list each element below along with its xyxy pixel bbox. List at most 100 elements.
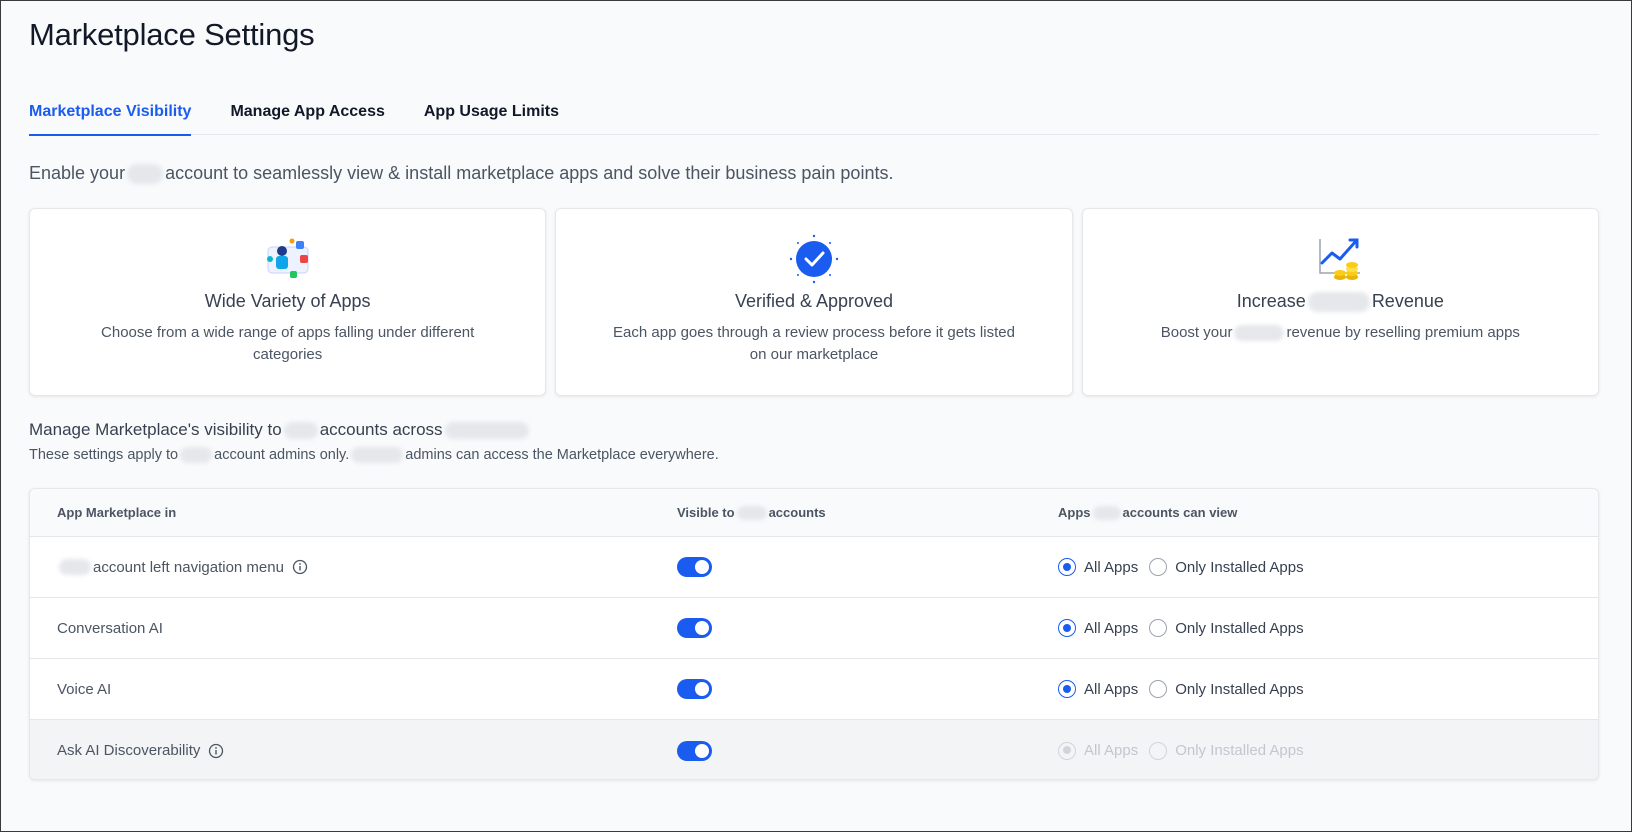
column-header-apps-view-start: Apps (1058, 505, 1091, 520)
only-installed-apps-label: Only Installed Apps (1175, 742, 1304, 759)
row-apps-view: All Apps Only Installed Apps (1031, 619, 1598, 637)
visibility-section-subtitle-end: admins can access the Marketplace everyw… (405, 447, 719, 463)
column-header-apps-view: Apps accounts can view (1031, 505, 1598, 520)
all-apps-label[interactable]: All Apps (1084, 559, 1138, 576)
tab-app-usage-limits[interactable]: App Usage Limits (424, 87, 559, 135)
toggle-knob (695, 682, 709, 696)
row-visibility (650, 679, 1031, 699)
all-apps-radio[interactable] (1058, 558, 1076, 576)
visibility-toggle[interactable] (677, 679, 712, 699)
row-location: Voice AI (30, 681, 650, 698)
apps-variety-illustration-icon (266, 238, 309, 278)
all-apps-radio[interactable] (1058, 680, 1076, 698)
feature-card-title: Increase Revenue (1083, 291, 1598, 313)
visibility-section-subtitle: These settings apply to account admins on… (29, 447, 719, 464)
intro-text-end: account to seamlessly view & install mar… (165, 163, 894, 183)
toggle-knob (695, 743, 709, 758)
row-apps-view: All Apps Only Installed Apps (1031, 680, 1598, 698)
redacted-text (127, 164, 164, 185)
row-label: Conversation AI (57, 619, 163, 637)
tab-manage-app-access[interactable]: Manage App Access (230, 87, 384, 135)
app-frame: Marketplace Settings Marketplace Visibil… (0, 0, 1632, 832)
visibility-toggle[interactable] (677, 740, 712, 761)
verified-badge-icon (789, 234, 839, 284)
only-installed-apps-radio[interactable] (1149, 680, 1168, 698)
visibility-section-subtitle-start: These settings apply to (29, 447, 179, 463)
row-apps-view: All Apps Only Installed Apps (1031, 558, 1598, 576)
only-installed-apps-radio (1149, 741, 1168, 760)
row-location: account left navigation menu (30, 559, 650, 576)
visibility-table: App Marketplace in Visible to accounts Ap… (29, 488, 1599, 780)
column-header-visible-end: accounts (768, 505, 826, 520)
column-header-visible: Visible to accounts (650, 505, 1031, 520)
toggle-knob (695, 560, 709, 574)
row-label: Voice AI (57, 680, 112, 698)
feature-card-title: Wide Variety of Apps (204, 291, 371, 311)
visibility-toggle[interactable] (677, 618, 712, 638)
row-label: account left navigation menu (93, 558, 284, 576)
feature-cards: Wide Variety of Apps Choose from a wide … (29, 208, 1599, 396)
visibility-toggle[interactable] (677, 557, 712, 577)
redacted-text (351, 447, 404, 464)
row-visibility (650, 557, 1031, 577)
redacted-text (59, 559, 91, 575)
only-installed-apps-label[interactable]: Only Installed Apps (1175, 620, 1303, 637)
only-installed-apps-radio[interactable] (1149, 619, 1168, 637)
apps-view-radio-group: All Apps Only Installed Apps (1058, 680, 1315, 698)
row-visibility (650, 618, 1031, 638)
feature-card-description: Boost your revenue by reselling premium a… (1083, 322, 1598, 344)
all-apps-label: All Apps (1084, 742, 1139, 759)
table-row: Voice AI All Apps Only Installed Apps (30, 659, 1598, 720)
feature-card-title-start: Increase (1236, 291, 1306, 311)
redacted-text (736, 505, 767, 520)
row-visibility (650, 740, 1031, 761)
tab-marketplace-visibility[interactable]: Marketplace Visibility (29, 87, 192, 136)
column-header-location: App Marketplace in (57, 505, 177, 520)
row-apps-view: All Apps Only Installed Apps (1031, 741, 1598, 760)
info-icon[interactable] (292, 559, 308, 575)
intro-text: Enable your account to seamlessly view & … (29, 163, 894, 185)
table-header: App Marketplace in Visible to accounts Ap… (30, 489, 1598, 537)
visibility-section-title-start: Manage Marketplace's visibility to (29, 420, 282, 439)
feature-card-verified: Verified & Approved Each app goes throug… (555, 208, 1073, 396)
revenue-growth-icon (1319, 238, 1361, 280)
redacted-text (1092, 505, 1121, 520)
feature-card-title: Verified & Approved (734, 291, 894, 311)
feature-card-description: Each app goes through a review process b… (613, 324, 1015, 363)
all-apps-label[interactable]: All Apps (1084, 620, 1138, 637)
row-location: Ask AI Discoverability (30, 742, 650, 759)
redacted-text (283, 422, 318, 440)
column-header-apps-view-end: accounts can view (1122, 505, 1238, 520)
redacted-text (180, 447, 213, 464)
row-label: Ask AI Discoverability (57, 742, 201, 759)
redacted-text (1307, 292, 1370, 313)
visibility-section-title-middle: accounts across (319, 420, 443, 439)
feature-card-description: Choose from a wide range of apps falling… (101, 324, 475, 363)
only-installed-apps-label[interactable]: Only Installed Apps (1175, 559, 1303, 576)
page-title: Marketplace Settings (29, 17, 315, 52)
toggle-knob (695, 621, 709, 635)
apps-view-radio-group: All Apps Only Installed Apps (1058, 619, 1315, 637)
feature-card-variety: Wide Variety of Apps Choose from a wide … (29, 208, 547, 396)
only-installed-apps-label[interactable]: Only Installed Apps (1175, 681, 1303, 698)
only-installed-apps-radio[interactable] (1149, 558, 1168, 576)
apps-view-radio-group: All Apps Only Installed Apps (1058, 558, 1315, 576)
all-apps-radio (1058, 741, 1076, 760)
column-header-visible-start: Visible to (677, 505, 735, 520)
marketplace-settings-page: Marketplace Settings Marketplace Visibil… (29, 1, 1599, 833)
feature-card-title-end: Revenue (1371, 291, 1444, 311)
feature-card-revenue: Increase Revenue Boost your revenue by res… (1081, 208, 1599, 396)
info-icon[interactable] (208, 743, 224, 759)
tab-bar: Marketplace Visibility Manage App Access… (29, 87, 1599, 136)
feature-card-description-start: Boost your (1160, 324, 1233, 342)
table-row: Ask AI Discoverability All Apps Only Ins… (30, 720, 1598, 779)
feature-card-description-end: revenue by reselling premium apps (1286, 324, 1520, 342)
all-apps-label[interactable]: All Apps (1084, 681, 1138, 698)
row-location: Conversation AI (30, 620, 650, 637)
all-apps-radio[interactable] (1058, 619, 1076, 637)
visibility-section-title: Manage Marketplace's visibility to accoun… (29, 420, 531, 440)
table-row: Conversation AI All Apps Only Installed … (30, 598, 1598, 659)
redacted-text (1234, 325, 1285, 342)
table-row: account left navigation menu All Apps On… (30, 537, 1598, 598)
redacted-text (444, 422, 529, 440)
